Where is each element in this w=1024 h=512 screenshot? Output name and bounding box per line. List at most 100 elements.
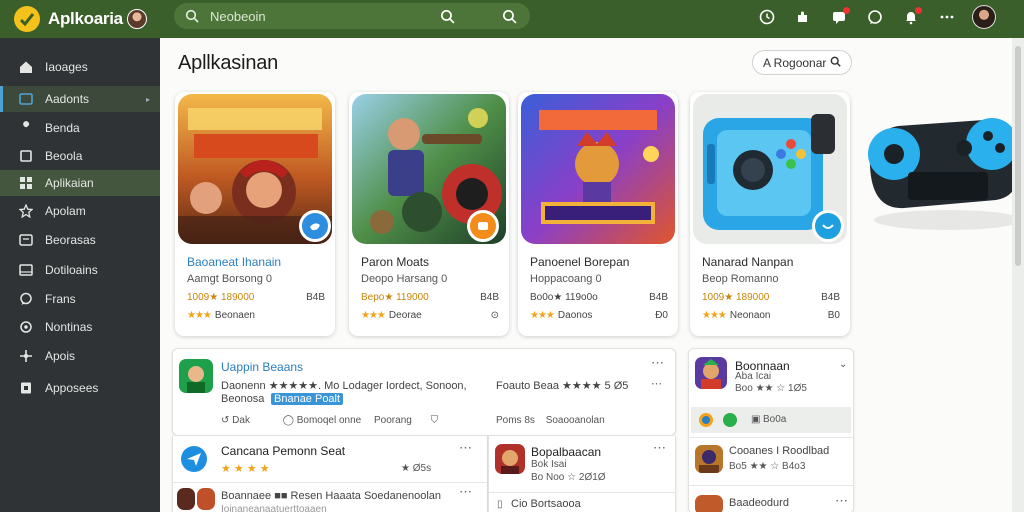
app-badge-icon — [812, 210, 844, 242]
divider — [489, 492, 675, 493]
list-item[interactable]: Boannaee ■■ Resen Haaata Soedanenoolan I… — [173, 482, 487, 512]
search-input[interactable] — [210, 8, 406, 24]
sidebar-item-featured[interactable]: Apolam — [0, 198, 160, 224]
right-panel-meta: Boo ★★ ☆ 1Ø5 — [735, 383, 807, 394]
card-meta: 1009★ 189000 B4B — [702, 292, 840, 303]
more-icon[interactable]: ⋯ — [653, 440, 667, 456]
featured-link[interactable]: Bnanae Poalt — [271, 393, 344, 405]
more-icon[interactable]: ⋯ — [651, 355, 665, 371]
puzzle-icon[interactable] — [792, 6, 814, 28]
list-item[interactable]: ▯ Cio Bortsaooa — [489, 494, 675, 512]
card-rating-right: ⊙ — [490, 310, 499, 321]
featured-meta: ↺ Dak ◯ Bomoqel onne Poorang ⛉ — [221, 415, 438, 426]
user-avatar[interactable] — [972, 5, 996, 29]
chat-icon — [18, 291, 34, 307]
app-icon[interactable] — [695, 357, 727, 389]
image-icon: ▣ — [751, 414, 761, 425]
card-size: B4B — [649, 292, 668, 303]
search-bar[interactable] — [174, 3, 530, 29]
more-icon[interactable] — [936, 6, 958, 28]
list-item-meta: ★ Ø5s — [401, 463, 432, 474]
search-icon — [184, 8, 200, 24]
featured-side-meta-b: Soaooanolan — [545, 415, 605, 426]
chat-icon[interactable] — [864, 6, 886, 28]
sidebar-item-downloads[interactable]: Dotiloains — [0, 257, 160, 283]
featured-side-meta: Poms 8s Soaooanolan — [496, 415, 605, 426]
sidebar-item-friends[interactable]: Frans — [0, 286, 160, 312]
card-rating: ★★★ Beonaen — [187, 310, 325, 321]
sort-button[interactable]: A Rogoonar — [752, 50, 852, 75]
sidebar-item-updates[interactable]: Apposees — [0, 375, 160, 401]
page-title: Apllkasinan — [178, 52, 279, 74]
list-item-title: Cio Bortsaooa — [511, 498, 581, 510]
app-list-middle: Bopalbaacan Bok Isai Bo Noo ☆ 2Ø1Ø ⋯ ▯ C… — [488, 436, 676, 512]
featured-panel: Uappin Beaans ⋯ Daonenn ★★★★★. Mo Lodage… — [172, 348, 676, 437]
card-size: B4B — [480, 292, 499, 303]
app-icon[interactable] — [695, 445, 723, 473]
sidebar-item-books[interactable]: Beoola — [0, 143, 160, 169]
featured-meta-c: Poorang — [374, 415, 412, 426]
card-rating-label: Beonaen — [214, 310, 255, 321]
card-rating-label: Daonos — [557, 310, 593, 321]
wrench-icon — [18, 120, 34, 136]
card-subtitle: Hoppacoang 0 — [530, 273, 602, 285]
home-icon — [18, 59, 34, 75]
more-icon[interactable]: ⋯ — [835, 493, 849, 509]
check-icon[interactable] — [723, 413, 737, 427]
more-icon[interactable]: ⋯ — [459, 440, 473, 456]
featured-meta-a: Dak — [232, 415, 250, 426]
search-submit-icon[interactable] — [436, 5, 458, 27]
game-cover-image — [521, 94, 675, 244]
controller-image — [864, 96, 1024, 236]
more-icon[interactable]: ⋯ — [651, 377, 663, 390]
clock-icon[interactable] — [756, 6, 778, 28]
app-card[interactable]: Panoenel Borepan Hoppacoang 0 Bo0o★ 119o… — [518, 92, 678, 336]
card-downloads: 1009★ 189000 — [702, 292, 770, 303]
sidebar-item-label: Beorasas — [45, 233, 96, 247]
right-panel-row2-meta: Bo5 ★★ ☆ B4o3 — [729, 461, 806, 472]
chevron-down-icon[interactable]: ⌄ — [839, 359, 847, 370]
voice-search-icon[interactable] — [498, 5, 520, 27]
sidebar-item-label: Benda — [45, 121, 80, 135]
app-icon[interactable] — [179, 359, 213, 393]
app-card[interactable]: Baoaneat Ihanain Aamgt Borsong 0 1009★ 1… — [175, 92, 335, 336]
more-icon[interactable]: ⋯ — [459, 484, 473, 500]
app-badge-icon — [299, 210, 331, 242]
scrollbar-thumb[interactable] — [1015, 46, 1021, 266]
app-card[interactable]: Nanarad Nanpan Beop Romanno 1009★ 189000… — [690, 92, 850, 336]
book-icon — [18, 148, 34, 164]
featured-side-line: Foauto Beaa ★★★★ 5 Ø5 — [496, 380, 629, 392]
star-icon — [18, 203, 34, 219]
sidebar-item-music[interactable]: Beorasas — [0, 227, 160, 253]
card-downloads: Bo0o★ 119o0o — [530, 292, 598, 303]
list-item[interactable]: Bopalbaacan Bok Isai Bo Noo ☆ 2Ø1Ø ⋯ — [489, 436, 675, 490]
app-icon[interactable] — [695, 495, 723, 512]
featured-side-meta-a: Poms 8s — [496, 415, 535, 426]
divider — [689, 485, 853, 486]
upload-icon — [18, 380, 34, 396]
grid-icon — [18, 175, 34, 191]
sort-label: A Rogoonar — [763, 55, 827, 70]
messages-icon[interactable] — [828, 6, 850, 28]
toggle-icon[interactable] — [699, 413, 713, 427]
film-icon — [18, 262, 34, 278]
sidebar-item-addons[interactable]: Apois — [0, 343, 160, 369]
sidebar-item-home[interactable]: Iaoages — [0, 54, 160, 80]
scrollbar[interactable] — [1012, 38, 1024, 512]
puzzle-icon — [18, 348, 34, 364]
sidebar-item-settings[interactable]: Nontinas — [0, 314, 160, 340]
list-item-meta: Bo Noo ☆ 2Ø1Ø — [531, 472, 606, 483]
app-card[interactable]: Paron Moats Deopo Harsang 0 Bepo★ 119000… — [349, 92, 509, 336]
top-bar: Aplkoaria — [0, 0, 1024, 38]
rating-stars: ★★★ — [702, 310, 727, 321]
list-item[interactable]: Cancana Pemonn Seat ★ ★ ★ ★ ★ Ø5s ⋯ — [173, 436, 487, 482]
card-meta: Bepo★ 119000 B4B — [361, 292, 499, 303]
sidebar-item-tools[interactable]: Benda — [0, 115, 160, 141]
list-item-title: Bopalbaacan — [531, 445, 602, 459]
right-panel-chip-label[interactable]: Bo0a — [763, 414, 786, 425]
card-downloads: 1009★ 189000 — [187, 292, 255, 303]
app-brand[interactable]: Aplkoaria — [14, 5, 147, 33]
bell-icon[interactable] — [900, 6, 922, 28]
sidebar-item-apps[interactable]: Aadonts ▸ — [0, 86, 160, 112]
sidebar-item-applications[interactable]: Aplikaian — [0, 170, 160, 196]
